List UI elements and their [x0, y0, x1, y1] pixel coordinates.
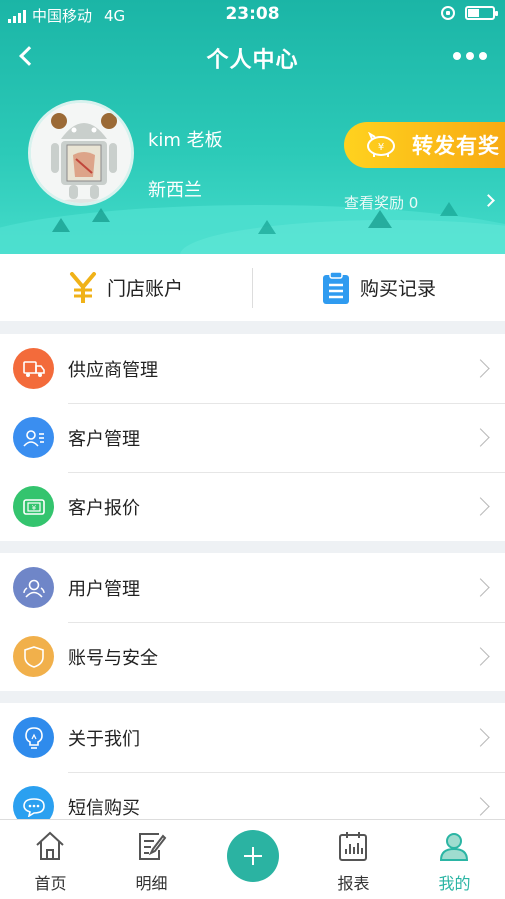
menu-item-account-security[interactable]: 账号与安全 — [0, 622, 505, 691]
purchase-history-label: 购买记录 — [359, 278, 436, 300]
share-reward-button[interactable]: ¥ 转发有奖 — [344, 122, 505, 168]
tab-label: 报表 — [337, 874, 370, 893]
view-reward-link[interactable]: 查看奖励 0 — [344, 190, 505, 214]
status-bar: 中国移动 4G 23:08 — [0, 0, 505, 30]
shield-icon — [13, 636, 54, 677]
menu-label: 用户管理 — [68, 578, 140, 600]
add-button[interactable] — [227, 830, 279, 882]
person-icon — [439, 833, 469, 861]
calendar-chart-icon — [339, 832, 367, 861]
share-label: 转发有奖 — [412, 134, 500, 158]
user-region: 新西兰 — [148, 180, 202, 201]
menu-label: 客户管理 — [68, 428, 140, 450]
svg-text:¥: ¥ — [378, 142, 384, 153]
page-title: 个人中心 — [206, 48, 299, 73]
yuan-icon — [69, 271, 96, 303]
svg-text:¥: ¥ — [31, 504, 36, 512]
tab-bar: 首页 明细 报表 我的 — [0, 819, 505, 899]
home-icon — [36, 831, 64, 860]
menu-item-supplier[interactable]: 供应商管理 — [0, 334, 505, 403]
chevron-right-icon — [471, 359, 490, 378]
chevron-right-icon — [471, 578, 490, 597]
chevron-right-icon — [471, 428, 490, 447]
tree-decoration — [258, 220, 276, 234]
menu-label: 客户报价 — [68, 497, 140, 519]
edit-note-icon — [139, 833, 167, 860]
menu-item-quote[interactable]: ¥ 客户报价 — [0, 472, 505, 541]
chevron-right-icon — [471, 647, 490, 666]
chevron-right-icon — [471, 797, 490, 816]
purchase-history-button[interactable]: 购买记录 — [253, 254, 505, 321]
nav-bar: 个人中心 — [0, 30, 505, 82]
clipboard-icon — [322, 270, 349, 304]
menu-item-customers[interactable]: 客户管理 — [0, 403, 505, 472]
menu-item-about-us[interactable]: 关于我们 — [0, 703, 505, 772]
store-account-label: 门店账户 — [106, 278, 183, 300]
reward-label: 查看奖励 0 — [344, 193, 419, 212]
user-name: kim 老板 — [148, 130, 223, 151]
tree-decoration — [52, 218, 70, 232]
avatar[interactable] — [28, 100, 134, 206]
piggy-bank-icon: ¥ — [367, 132, 395, 157]
tab-details[interactable]: 明细 — [101, 820, 202, 899]
tab-label: 我的 — [438, 874, 471, 893]
tab-home[interactable]: 首页 — [0, 820, 101, 899]
tab-label: 明细 — [135, 874, 168, 893]
chevron-right-icon — [482, 194, 495, 207]
menu-label: 关于我们 — [68, 728, 140, 750]
tab-reports[interactable]: 报表 — [303, 820, 404, 899]
menu-label: 供应商管理 — [68, 359, 158, 381]
tree-decoration — [92, 208, 110, 222]
more-dots-icon — [453, 52, 461, 60]
battery-level — [468, 9, 479, 17]
chevron-right-icon — [471, 728, 490, 747]
quote-icon: ¥ — [13, 486, 54, 527]
menu-label: 账号与安全 — [68, 647, 158, 669]
menu-item-users[interactable]: 用户管理 — [0, 553, 505, 622]
customers-icon — [13, 417, 54, 458]
store-account-button[interactable]: 门店账户 — [0, 254, 252, 321]
lightbulb-icon — [13, 717, 54, 758]
clock: 23:08 — [225, 4, 280, 24]
quick-actions: 门店账户 购买记录 — [0, 254, 505, 321]
tab-label: 首页 — [34, 874, 67, 893]
more-button[interactable] — [449, 44, 491, 68]
battery-icon — [465, 6, 498, 20]
menu-group-account: 用户管理 账号与安全 — [0, 553, 505, 691]
tab-mine[interactable]: 我的 — [404, 820, 505, 899]
chevron-right-icon — [471, 497, 490, 516]
orientation-lock-icon — [441, 6, 455, 20]
users-icon — [13, 567, 54, 608]
menu-label: 短信购买 — [68, 797, 140, 819]
truck-icon — [13, 348, 54, 389]
menu-group-management: 供应商管理 客户管理 ¥ 客户报价 — [0, 334, 505, 541]
